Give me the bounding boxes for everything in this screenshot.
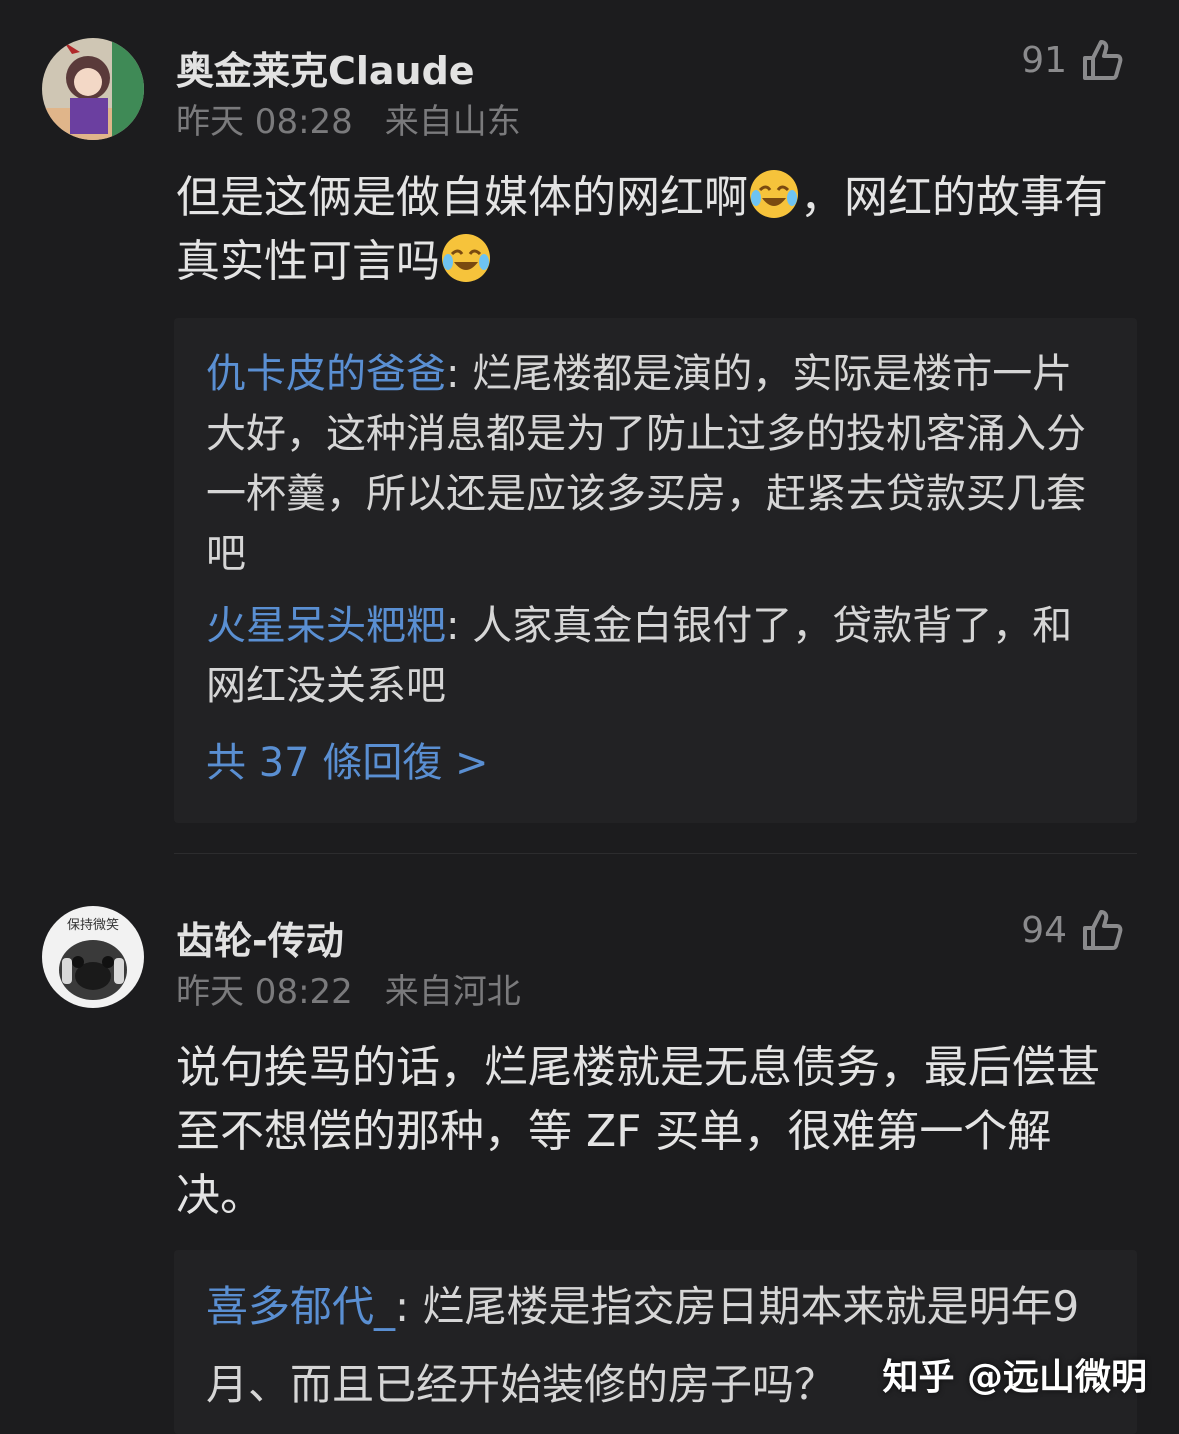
like-count: 94	[1021, 909, 1067, 951]
like-button[interactable]: 94	[1021, 908, 1123, 952]
reply-item[interactable]: 仇卡皮的爸爸: 烂尾楼都是演的，实际是楼市一片大好，这种消息都是为了防止过多的投…	[174, 344, 1137, 584]
thumbs-up-icon	[1083, 910, 1123, 950]
reply-author[interactable]: 喜多郁代_	[206, 1282, 395, 1331]
avatar[interactable]	[42, 38, 144, 140]
reply-box[interactable]: 喜多郁代_: 烂尾楼是指交房日期本来就是明年9月、而且已经开始装修的房子吗？	[174, 1250, 1137, 1434]
comment-location: 来自河北	[384, 972, 521, 1012]
reply-item[interactable]: 火星呆头粑粑: 人家真金白银付了，贷款背了，和网红没关系吧	[174, 596, 1137, 716]
view-all-replies-link[interactable]: 共 37 條回復 >	[174, 730, 1137, 788]
laugh-cry-emoji-icon	[750, 170, 798, 218]
avatar[interactable]: 保持微笑	[42, 906, 144, 1008]
comment-time: 昨天 08:28	[176, 102, 353, 142]
comment-text: 但是这俩是做自媒体的网红啊 ，网红的故事有真实性可言吗	[176, 166, 1126, 294]
watermark: 知乎 @远山微明	[882, 1357, 1147, 1398]
comment-meta: 昨天 08:22 来自河北	[176, 964, 521, 1013]
comment-text-part-1: 但是这俩是做自媒体的网红啊	[176, 172, 748, 223]
laugh-cry-emoji-icon	[442, 234, 490, 282]
reply-box[interactable]: 仇卡皮的爸爸: 烂尾楼都是演的，实际是楼市一片大好，这种消息都是为了防止过多的投…	[174, 318, 1137, 823]
comment-text: 说句挨骂的话，烂尾楼就是无息债务，最后偿甚至不想偿的那种，等 ZF 买单，很难第…	[176, 1042, 1100, 1221]
like-button[interactable]: 91	[1021, 38, 1123, 82]
reply-author[interactable]: 仇卡皮的爸爸	[206, 351, 446, 397]
avatar-caption: 保持微笑	[66, 918, 119, 933]
comment-location: 来自山东	[384, 102, 521, 142]
author-name[interactable]: 奥金莱克Claude	[176, 40, 475, 95]
reply-author[interactable]: 火星呆头粑粑	[206, 603, 446, 649]
like-count: 91	[1021, 39, 1067, 81]
reply-item[interactable]: 喜多郁代_: 烂尾楼是指交房日期本来就是明年9月、而且已经开始装修的房子吗？	[174, 1268, 1137, 1424]
author-name[interactable]: 齿轮-传动	[176, 910, 344, 965]
comment-meta: 昨天 08:28 来自山东	[176, 94, 521, 143]
comment-time: 昨天 08:22	[176, 972, 353, 1012]
thumbs-up-icon	[1083, 40, 1123, 80]
divider	[174, 853, 1137, 854]
